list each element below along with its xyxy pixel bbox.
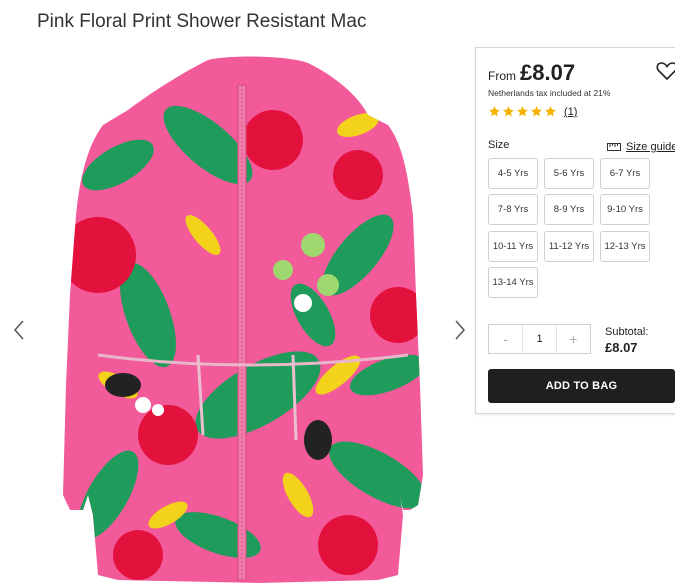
size-option[interactable]: 5-6 Yrs: [544, 158, 594, 189]
size-guide-link[interactable]: Size guide: [607, 141, 675, 153]
size-option[interactable]: 7-8 Yrs: [488, 194, 538, 225]
size-option[interactable]: 8-9 Yrs: [544, 194, 594, 225]
size-option[interactable]: 12-13 Yrs: [600, 231, 650, 262]
gallery-next-button[interactable]: [453, 318, 467, 342]
qty-input[interactable]: 1: [522, 325, 557, 353]
price-row: From £8.07: [488, 60, 575, 86]
ruler-icon: [607, 143, 621, 151]
star-icon: [517, 106, 528, 117]
tax-note: Netherlands tax included at 21%: [488, 88, 611, 98]
chevron-right-icon: [455, 320, 466, 340]
rating-stars: [488, 105, 557, 118]
size-label: Size: [488, 139, 510, 151]
qty-increase-button[interactable]: +: [557, 325, 590, 353]
star-icon: [503, 106, 514, 117]
product-image: [63, 56, 423, 583]
size-option[interactable]: 6-7 Yrs: [600, 158, 650, 189]
purchase-panel: From £8.07 Netherlands tax included at 2…: [475, 47, 675, 414]
size-option[interactable]: 11-12 Yrs: [544, 231, 594, 262]
heart-icon: [656, 62, 675, 81]
subtotal-label: Subtotal:: [605, 326, 649, 338]
wishlist-button[interactable]: [656, 61, 675, 86]
subtotal-value: £8.07: [605, 340, 638, 355]
review-count-link[interactable]: (1): [564, 106, 577, 118]
size-option[interactable]: 10-11 Yrs: [488, 231, 538, 262]
qty-decrease-button[interactable]: -: [489, 325, 522, 353]
price-value: £8.07: [520, 60, 576, 85]
gallery-prev-button[interactable]: [12, 318, 26, 342]
star-icon: [489, 106, 500, 117]
price-from-label: From: [488, 69, 516, 83]
size-option[interactable]: 9-10 Yrs: [600, 194, 650, 225]
size-guide-label: Size guide: [626, 141, 675, 153]
star-icon: [545, 106, 556, 117]
size-option[interactable]: 13-14 Yrs: [488, 267, 538, 298]
star-icon: [531, 106, 542, 117]
product-title: Pink Floral Print Shower Resistant Mac: [37, 11, 367, 32]
add-to-bag-button[interactable]: ADD TO BAG: [488, 369, 675, 403]
quantity-stepper: - 1 +: [488, 324, 591, 354]
size-option[interactable]: 4-5 Yrs: [488, 158, 538, 189]
chevron-left-icon: [13, 320, 24, 340]
